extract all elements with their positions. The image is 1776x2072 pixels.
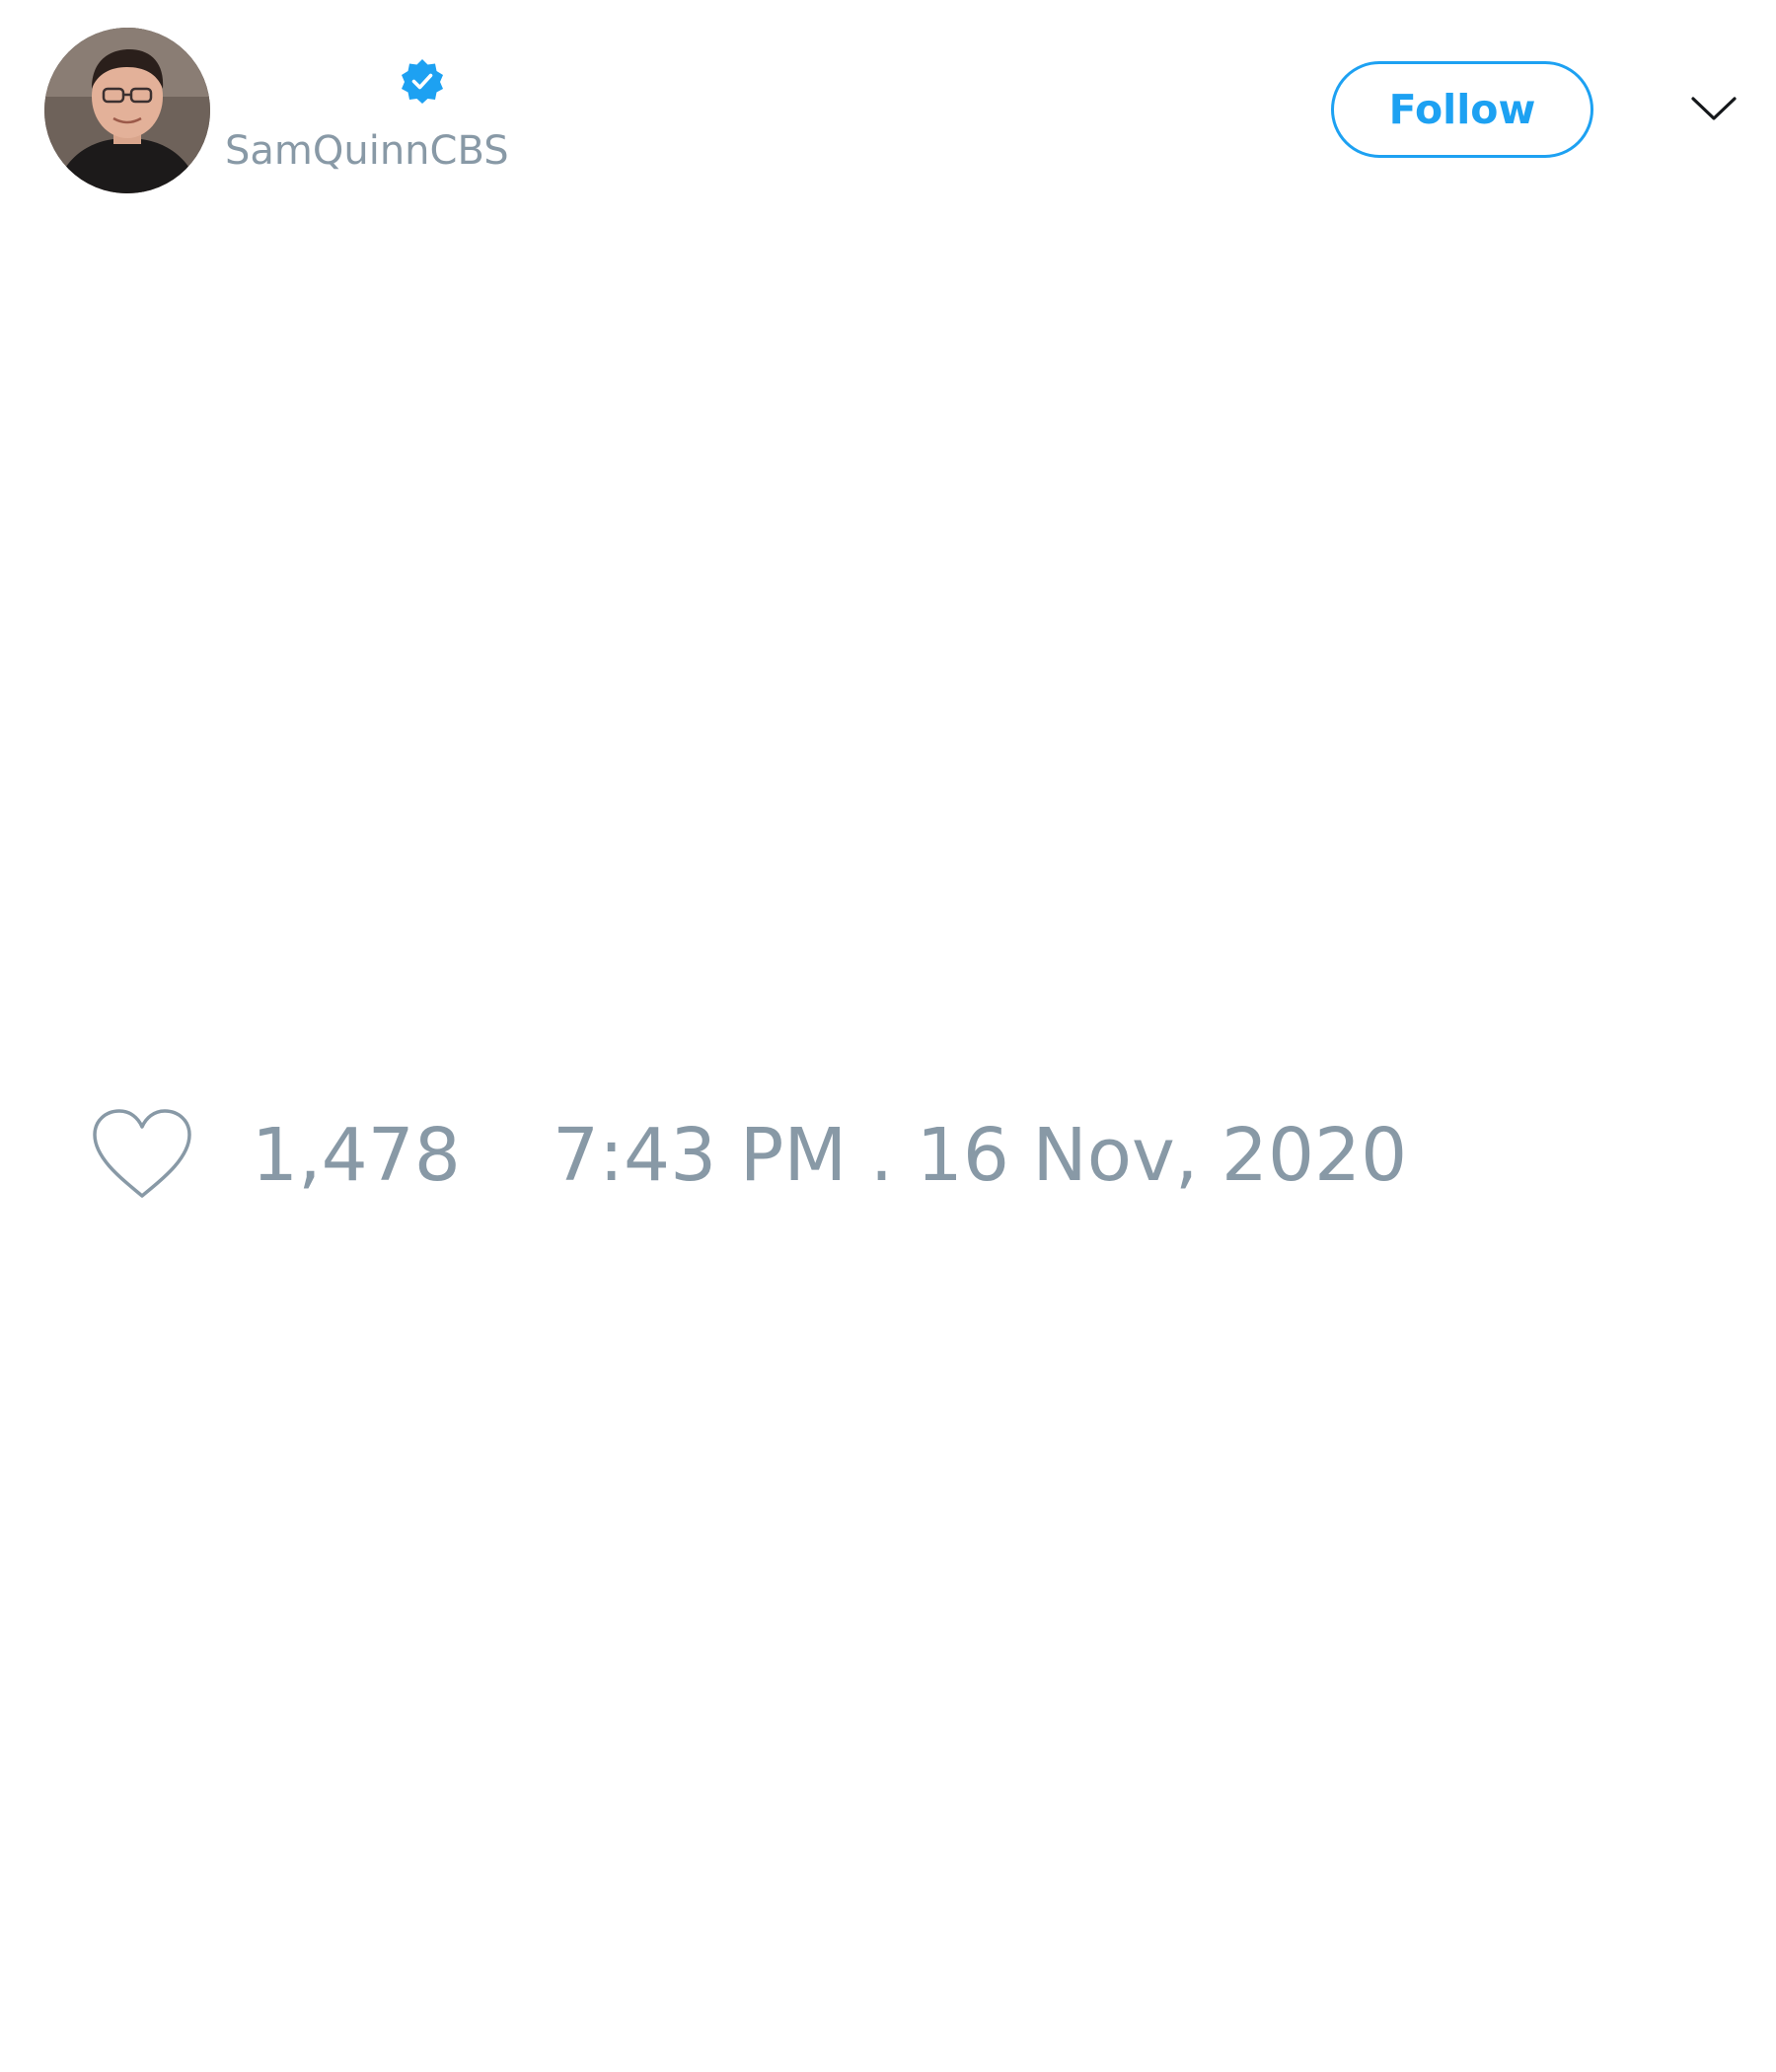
user-handle[interactable]: SamQuinnCBS — [225, 126, 509, 176]
like-count: 1,478 — [252, 1113, 461, 1198]
avatar-image — [44, 28, 210, 193]
heart-outline-icon[interactable] — [89, 1107, 195, 1202]
chevron-down-icon[interactable] — [1689, 91, 1739, 126]
avatar[interactable] — [44, 28, 210, 193]
verified-badge-icon — [399, 57, 446, 105]
tweet-timestamp[interactable]: 7:43 PM . 16 Nov, 2020 — [553, 1113, 1407, 1198]
follow-button[interactable]: Follow — [1331, 61, 1593, 158]
